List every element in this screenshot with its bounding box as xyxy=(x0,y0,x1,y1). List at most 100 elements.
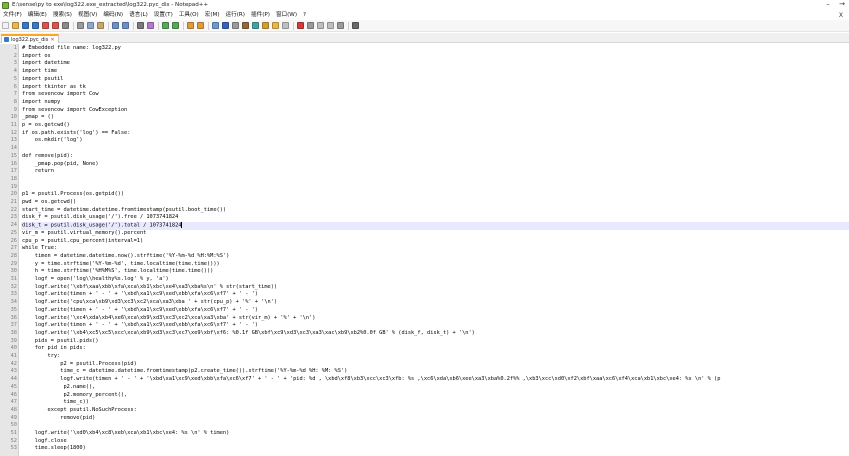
menu-help[interactable]: ? xyxy=(300,11,309,20)
find-button[interactable] xyxy=(136,21,145,30)
run-macro-multiple-button[interactable] xyxy=(326,21,335,30)
code-line[interactable]: import psutil xyxy=(21,76,849,84)
code-line[interactable]: try: xyxy=(21,353,849,361)
function-list-button[interactable] xyxy=(261,21,270,30)
code-line[interactable]: logf.write(timen + ' - ' + '\xbd\xa1\xc9… xyxy=(21,291,849,299)
code-line[interactable]: y = time.strftime('%Y-%m-%d', time.local… xyxy=(21,261,849,269)
stop-record-button[interactable] xyxy=(306,21,315,30)
code-line[interactable]: p2.name(), xyxy=(21,384,849,392)
code-line[interactable]: logf.close xyxy=(21,438,849,446)
code-line[interactable] xyxy=(21,145,849,153)
code-line[interactable]: time.sleep(1800) xyxy=(21,445,849,453)
tab-close-icon[interactable]: ✕ xyxy=(50,37,54,43)
restore-button[interactable]: → xyxy=(835,0,849,10)
doc-map-button[interactable] xyxy=(251,21,260,30)
save-button[interactable] xyxy=(21,21,30,30)
copy-button[interactable] xyxy=(86,21,95,30)
new-file-button[interactable] xyxy=(1,21,10,30)
code-line[interactable]: logf.write('\xc4\xda\xb4\xe6\xca\xb9\xd3… xyxy=(21,315,849,323)
code-line[interactable]: logf.write('\xd0\xb4\xc8\xeb\xca\xb1\xbc… xyxy=(21,430,849,438)
play-macro-button[interactable] xyxy=(316,21,325,30)
sync-horizontal-button[interactable] xyxy=(196,21,205,30)
folder-workspace-button[interactable] xyxy=(271,21,280,30)
code-line[interactable]: remove(pid) xyxy=(21,415,849,423)
menu-encoding[interactable]: 编码(N) xyxy=(100,11,126,20)
code-text-area[interactable]: # Embedded file name: log322.py import os… xyxy=(21,44,849,456)
code-line[interactable]: p2.memory_percent(), xyxy=(21,392,849,400)
code-line[interactable]: import os xyxy=(21,53,849,61)
code-line[interactable]: from sevencow import CowException xyxy=(21,107,849,115)
zoom-out-button[interactable] xyxy=(171,21,180,30)
open-folder-button[interactable] xyxy=(11,21,20,30)
redo-button[interactable] xyxy=(121,21,130,30)
monitor-button[interactable] xyxy=(281,21,290,30)
code-line[interactable]: p1 = psutil.Process(os.getpid()) xyxy=(21,191,849,199)
code-line[interactable]: logf = open('log\\healthy%s.log' % y, 'a… xyxy=(21,276,849,284)
menu-plugins[interactable]: 插件(P) xyxy=(248,11,273,20)
user-lang-button[interactable] xyxy=(241,21,250,30)
sync-vertical-button[interactable] xyxy=(186,21,195,30)
code-line[interactable]: time_c = datetime.datetime.fromtimestamp… xyxy=(21,368,849,376)
menu-view[interactable]: 视图(V) xyxy=(75,11,100,20)
code-line[interactable]: for pid in pids: xyxy=(21,345,849,353)
code-line[interactable]: logf.write(timen + ' - ' + '\xbd\xa1\xc9… xyxy=(21,376,849,384)
code-line[interactable]: logf.write(timen + ' - ' + '\xbd\xa1\xc9… xyxy=(21,307,849,315)
code-line[interactable]: def remove(pid): xyxy=(21,153,849,161)
menu-window[interactable]: 窗口(W) xyxy=(273,11,300,20)
indent-guide-button[interactable] xyxy=(231,21,240,30)
save-all-button[interactable] xyxy=(31,21,40,30)
code-line[interactable]: h = time.strftime('%H%M%S', time.localti… xyxy=(21,268,849,276)
abc-spellcheck-button[interactable] xyxy=(351,21,360,30)
code-line[interactable] xyxy=(21,184,849,192)
close-document-button[interactable]: X xyxy=(839,11,843,20)
all-chars-button[interactable] xyxy=(221,21,230,30)
code-line[interactable]: # Embedded file name: log322.py xyxy=(21,45,849,53)
menu-run[interactable]: 运行(R) xyxy=(223,11,248,20)
tab-log322-pyc-dis[interactable]: log322.pyc_dis ✕ xyxy=(1,34,59,43)
code-line[interactable]: p2 = psutil.Process(pid) xyxy=(21,361,849,369)
code-line[interactable] xyxy=(21,422,849,430)
code-line[interactable]: os.mkdir('log') xyxy=(21,137,849,145)
print-button[interactable] xyxy=(61,21,70,30)
replace-button[interactable] xyxy=(146,21,155,30)
code-line[interactable]: timen = datetime.datetime.now().strftime… xyxy=(21,253,849,261)
code-line[interactable]: cpu_p = psutil.cpu_percent(interval=1) xyxy=(21,238,849,246)
code-line[interactable]: logf.write('\xb4\xc5\xc5\xcc\xca\xb9\xd3… xyxy=(21,330,849,338)
undo-button[interactable] xyxy=(111,21,120,30)
word-wrap-button[interactable] xyxy=(211,21,220,30)
code-line[interactable]: while True: xyxy=(21,245,849,253)
code-line[interactable]: _pmap.pop(pid, None) xyxy=(21,161,849,169)
menu-search[interactable]: 搜索(S) xyxy=(50,11,75,20)
code-line[interactable]: logf.write('\xbf\xaa\xbb\xfa\xca\xb1\xbc… xyxy=(21,284,849,292)
code-line[interactable]: import datetime xyxy=(21,60,849,68)
close-all-button[interactable] xyxy=(51,21,60,30)
code-line[interactable]: except psutil.NoSuchProcess: xyxy=(21,407,849,415)
menu-language[interactable]: 语言(L) xyxy=(126,11,151,20)
code-line[interactable]: import tkinter as tk xyxy=(21,84,849,92)
code-line[interactable]: logf.write(timen + ' - ' + '\xbd\xa1\xc9… xyxy=(21,322,849,330)
code-line[interactable]: p = os.getcwd() xyxy=(21,122,849,130)
code-line[interactable]: logf.write('cpu\xca\xb9\xd3\xc3\xc2\xca\… xyxy=(21,299,849,307)
record-macro-button[interactable] xyxy=(296,21,305,30)
cut-button[interactable] xyxy=(76,21,85,30)
menu-settings[interactable]: 设置(T) xyxy=(151,11,176,20)
code-line[interactable] xyxy=(21,176,849,184)
code-line[interactable]: vir_m = psutil.virtual_memory().percent xyxy=(21,230,849,238)
minimize-button[interactable]: – xyxy=(821,0,835,10)
code-editor[interactable]: 1 2 3 4 5 6 7 8 9 10 11 12 13 14 15 16 17 18 19 20 21 22 23 24 2… xyxy=(0,44,849,456)
code-line[interactable]: disk_t = psutil.disk_usage('/').total / … xyxy=(21,222,849,230)
code-line[interactable]: from sevencow import Cow xyxy=(21,91,849,99)
code-line[interactable]: _pmap = () xyxy=(21,114,849,122)
code-line[interactable]: pwd = os.getcwd() xyxy=(21,199,849,207)
code-line[interactable]: disk_f = psutil.disk_usage('/').free / 1… xyxy=(21,214,849,222)
save-macro-button[interactable] xyxy=(336,21,345,30)
menu-macro[interactable]: 宏(M) xyxy=(202,11,223,20)
menu-file[interactable]: 文件(F) xyxy=(0,11,25,20)
code-line[interactable]: return xyxy=(21,168,849,176)
menu-tools[interactable]: 工具(O) xyxy=(176,11,202,20)
code-line[interactable]: import time xyxy=(21,68,849,76)
code-line[interactable]: time_c)) xyxy=(21,399,849,407)
code-line[interactable]: import numpy xyxy=(21,99,849,107)
menu-edit[interactable]: 编辑(E) xyxy=(25,11,50,20)
zoom-in-button[interactable] xyxy=(161,21,170,30)
